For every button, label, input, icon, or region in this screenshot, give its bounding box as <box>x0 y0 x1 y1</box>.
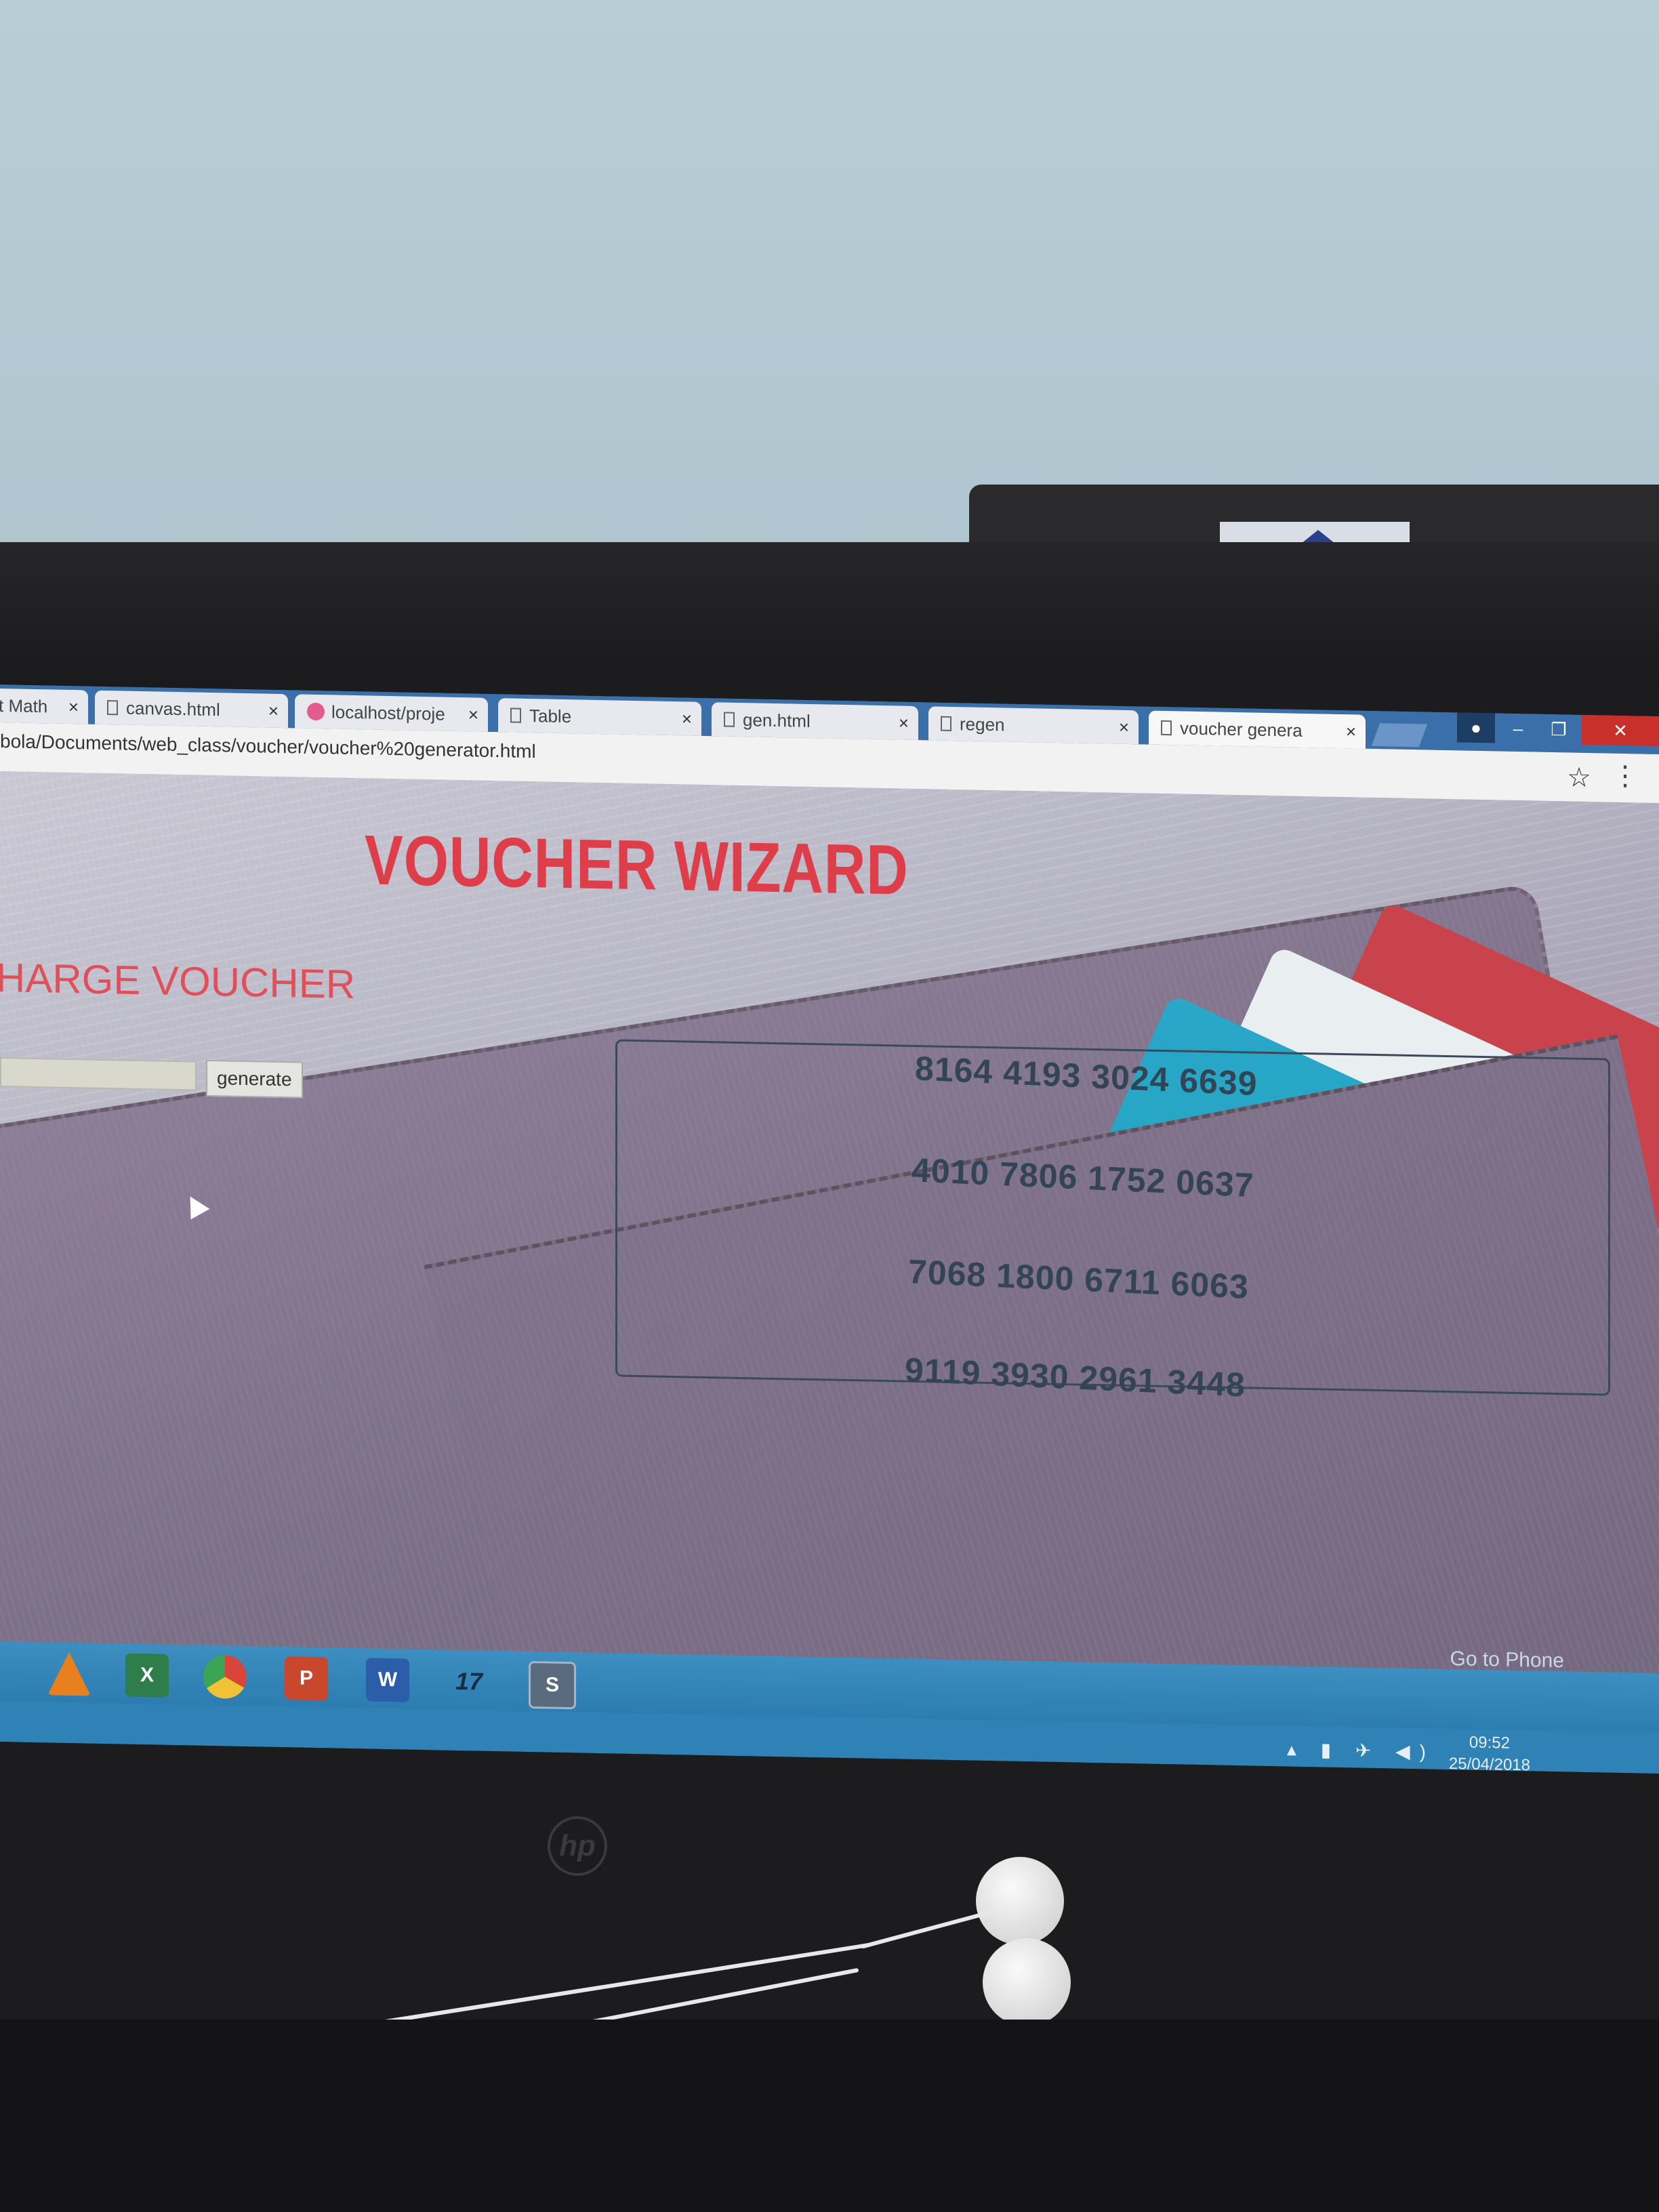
close-icon[interactable]: × <box>1346 721 1356 742</box>
go-to-phone-watermark: Go to Phone <box>1450 1647 1564 1673</box>
tab-label: voucher genera <box>1180 717 1303 741</box>
word-icon[interactable]: W <box>366 1658 409 1702</box>
page-content: VOUCHER WIZARD HARGE VOUCHER generate 81… <box>0 771 1659 1732</box>
close-icon[interactable]: × <box>468 704 478 725</box>
tab-voucher-generator[interactable]: voucher genera × <box>1149 710 1366 749</box>
excel-icon[interactable]: X <box>125 1653 169 1698</box>
tab-math[interactable]: t Math × <box>0 688 88 724</box>
profile-icon[interactable]: ● <box>1457 712 1495 743</box>
document-icon <box>510 708 521 723</box>
document-icon <box>1161 720 1172 736</box>
page-title: VOUCHER WIZARD <box>365 821 909 910</box>
vlc-icon[interactable] <box>47 1652 91 1696</box>
keyboard <box>0 2020 1659 2212</box>
browser-menu-icon[interactable]: ⋮ <box>1612 760 1639 792</box>
earbud-image <box>976 1857 1064 1945</box>
tab-regen[interactable]: regen × <box>928 706 1139 745</box>
close-icon[interactable]: × <box>268 700 279 721</box>
hp-logo: hp <box>548 1816 607 1876</box>
document-icon <box>941 716 951 731</box>
app-17-icon[interactable]: 17 <box>447 1660 491 1704</box>
tab-label: Table <box>529 705 572 726</box>
tab-label: regen <box>960 713 1005 735</box>
monitor-bezel <box>0 542 1659 688</box>
favicon-icon <box>307 702 325 721</box>
tab-table[interactable]: Table × <box>498 698 701 736</box>
voucher-count-input[interactable] <box>0 1057 197 1091</box>
sublime-icon[interactable]: S <box>529 1660 576 1710</box>
tab-gen[interactable]: gen.html × <box>712 702 918 741</box>
monitor: t Math × canvas.html × localhost/proje ×… <box>0 542 1659 2212</box>
tray-icons[interactable]: ▴ ▮ ✈ ◀) <box>1287 1738 1435 1763</box>
tab-canvas[interactable]: canvas.html × <box>95 690 288 729</box>
clock-time: 09:52 <box>1469 1733 1510 1753</box>
screen: t Math × canvas.html × localhost/proje ×… <box>0 684 1659 1774</box>
close-window-button[interactable]: ✕ <box>1582 714 1659 747</box>
tab-label: localhost/proje <box>331 701 445 724</box>
clock[interactable]: 09:52 25/04/2018 <box>1449 1732 1530 1774</box>
close-icon[interactable]: × <box>682 708 692 729</box>
close-icon[interactable]: × <box>899 712 909 733</box>
tab-localhost[interactable]: localhost/proje × <box>295 694 488 732</box>
chrome-icon[interactable] <box>203 1654 247 1699</box>
clock-date: 25/04/2018 <box>1448 1755 1530 1774</box>
url-text[interactable]: bola/Documents/web_class/voucher/voucher… <box>0 731 536 762</box>
tab-label: canvas.html <box>126 697 220 720</box>
bookmark-star-icon[interactable]: ☆ <box>1567 762 1591 794</box>
new-tab-button[interactable] <box>1371 723 1428 747</box>
document-icon <box>107 700 118 716</box>
tab-label: t Math <box>0 695 48 716</box>
page-subtitle: HARGE VOUCHER <box>0 954 356 1008</box>
generate-button[interactable]: generate <box>206 1059 303 1099</box>
minimize-button[interactable]: – <box>1498 713 1538 743</box>
document-icon <box>724 712 735 727</box>
earbud-image <box>983 1938 1071 2026</box>
close-icon[interactable]: × <box>68 696 79 717</box>
tab-label: gen.html <box>743 709 811 731</box>
powerpoint-icon[interactable]: P <box>285 1656 328 1701</box>
close-icon[interactable]: × <box>1119 716 1129 737</box>
maximize-button[interactable]: ❐ <box>1538 714 1579 745</box>
